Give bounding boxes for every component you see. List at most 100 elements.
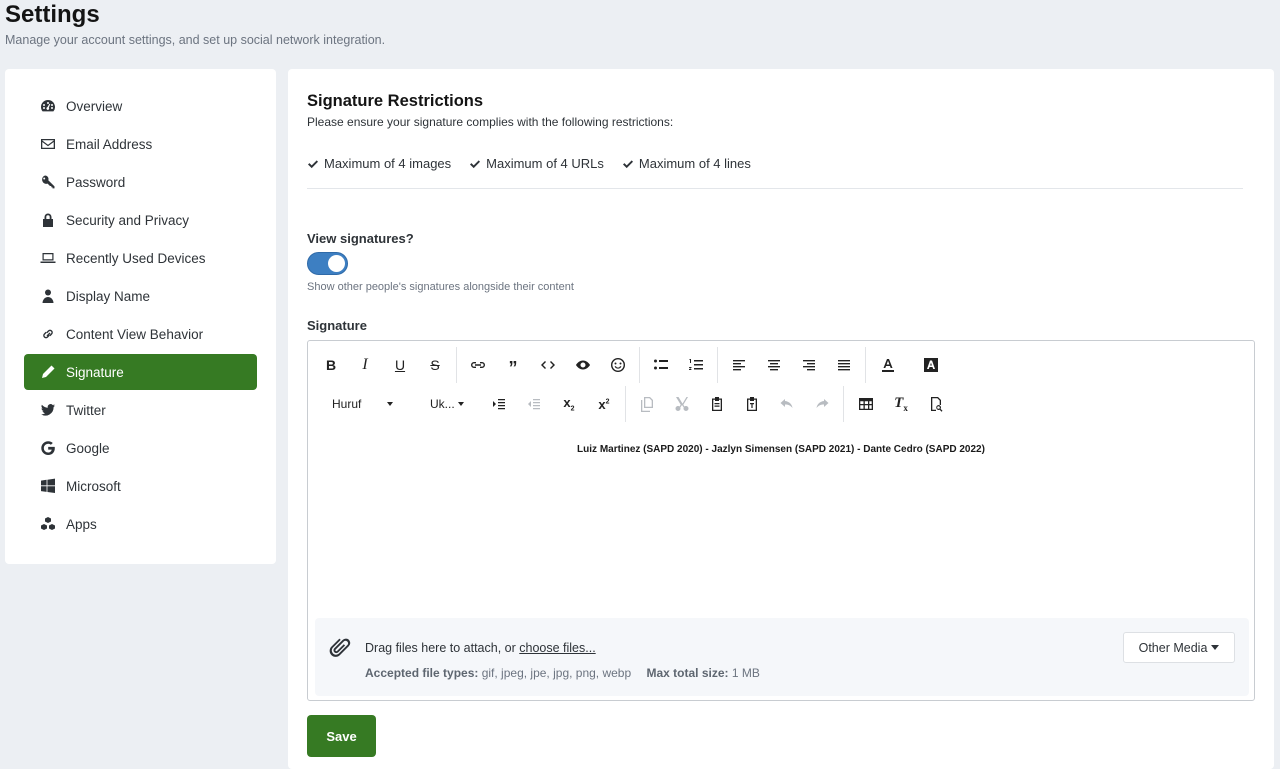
max-size-value: 1 MB [731,666,760,680]
cut-button[interactable] [670,392,694,416]
attachment-dropzone[interactable]: Drag files here to attach, or choose fil… [315,618,1249,696]
copy-button[interactable] [635,392,659,416]
sidebar-item-label: Email Address [66,136,153,152]
text-color-icon [882,359,894,372]
sidebar-item-label: Overview [66,98,123,114]
copy-icon [641,397,653,412]
emoji-button[interactable] [606,353,630,377]
link-icon [40,326,56,342]
other-media-button[interactable]: Other Media [1123,632,1235,663]
smiley-icon [611,358,625,372]
outdent-button[interactable] [522,392,546,416]
sidebar-item-security-and-privacy[interactable]: Security and Privacy [24,202,257,238]
undo-button[interactable] [775,392,799,416]
sidebar-item-signature[interactable]: Signature [24,354,257,390]
save-button[interactable]: Save [307,715,376,757]
sidebar-item-apps[interactable]: Apps [24,506,257,542]
user-icon [40,288,56,304]
toolbar-separator [843,386,844,422]
clear-formatting-button[interactable]: Tx [889,392,913,416]
other-media-label: Other Media [1138,640,1208,655]
indent-icon [493,399,505,410]
sidebar-item-label: Password [66,174,126,190]
sidebar-item-label: Microsoft [66,478,121,494]
signature-content[interactable]: Luiz Martinez (SAPD 2020) - Jazlyn Simen… [308,444,1254,455]
redo-icon [816,399,829,408]
laptop-icon [40,250,56,266]
superscript-button[interactable]: x2 [592,392,616,416]
cubes-icon [40,516,56,532]
page-title: Settings [5,1,100,28]
sidebar-item-password[interactable]: Password [24,164,257,200]
drag-text-label: Drag files here to attach, or [365,641,520,655]
sidebar-item-content-view-behavior[interactable]: Content View Behavior [24,316,257,352]
print-preview-button[interactable] [924,392,948,416]
numbered-list-button[interactable] [684,353,708,377]
restriction-text: Maximum of 4 lines [638,156,751,171]
paste-button[interactable] [705,392,729,416]
envelope-icon [40,136,56,152]
background-color-icon [924,358,938,372]
bulleted-list-button[interactable] [649,353,673,377]
caret-down-icon [387,402,394,406]
align-right-icon [803,360,815,371]
eye-icon [576,360,590,370]
restriction-text: Maximum of 4 images [324,156,452,171]
redo-button[interactable] [810,392,834,416]
font-size-dropdown[interactable]: Uk... [430,392,464,416]
sidebar-item-microsoft[interactable]: Microsoft [24,468,257,504]
toolbar-separator [639,347,640,383]
sidebar-item-recently-used-devices[interactable]: Recently Used Devices [24,240,257,276]
code-icon [541,361,555,369]
check-icon [307,158,319,170]
subscript-button[interactable]: x2 [557,392,581,416]
sidebar-item-twitter[interactable]: Twitter [24,392,257,428]
restrictions-title: Signature Restrictions [307,92,484,110]
sidebar-item-label: Apps [66,516,97,532]
check-icon [469,158,481,170]
link-button[interactable] [466,353,490,377]
sidebar-item-display-name[interactable]: Display Name [24,278,257,314]
key-icon [40,174,56,190]
accepted-types-value: gif, jpeg, jpe, jpg, png, webp [481,666,632,680]
max-size-label: Max total size: [646,666,729,680]
background-color-button[interactable] [919,353,943,377]
align-right-button[interactable] [797,353,821,377]
paste-plain-button[interactable] [740,392,764,416]
sidebar-item-overview[interactable]: Overview [24,88,257,124]
page-subtitle: Manage your account settings, and set up… [5,33,386,47]
outdent-icon [528,399,540,410]
chain-link-icon [471,362,485,368]
underline-button[interactable]: U [388,353,412,377]
code-button[interactable] [536,353,560,377]
pencil-icon [40,364,56,380]
toggle-knob [328,255,345,272]
align-center-button[interactable] [762,353,786,377]
sidebar-item-label: Display Name [66,288,151,304]
text-color-button[interactable] [876,353,900,377]
italic-button[interactable]: I [353,353,377,377]
justify-button[interactable] [832,353,856,377]
font-family-value: Huruf [332,397,362,411]
align-left-button[interactable] [727,353,751,377]
sidebar-item-email-address[interactable]: Email Address [24,126,257,162]
sidebar-item-google[interactable]: Google [24,430,257,466]
view-signatures-toggle[interactable] [307,252,348,275]
choose-files-link[interactable]: choose files... [519,641,595,655]
drag-files-text: Drag files here to attach, or choose fil… [365,641,596,655]
page-search-icon [931,397,943,412]
signature-editor: B I U S ” Huruf Uk... x2 x2 Tx Luiz Mart… [307,340,1255,701]
sidebar-item-label: Google [66,440,110,456]
strikethrough-button[interactable]: S [423,353,447,377]
align-center-icon [768,360,780,371]
underline-icon: U [394,357,406,373]
restrictions-list: Maximum of 4 images Maximum of 4 URLs Ma… [307,156,751,171]
font-family-dropdown[interactable]: Huruf [332,392,394,416]
align-left-icon [733,360,745,371]
preview-button[interactable] [571,353,595,377]
insert-table-button[interactable] [854,392,878,416]
accepted-types-label: Accepted file types: [365,666,479,680]
indent-button[interactable] [487,392,511,416]
bold-button[interactable]: B [319,353,343,377]
quote-button[interactable]: ” [501,353,525,377]
